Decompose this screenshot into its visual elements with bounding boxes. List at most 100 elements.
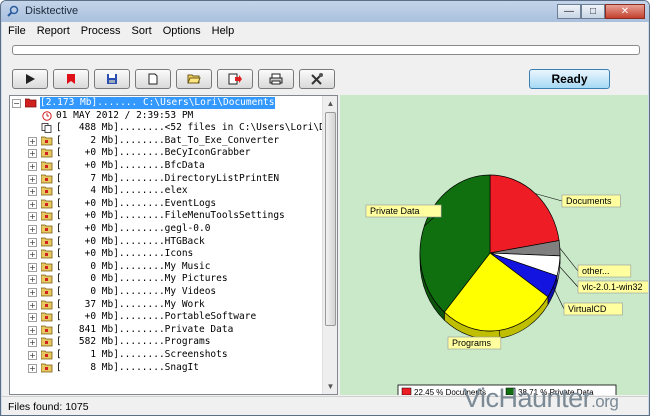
maximize-icon[interactable]: □ bbox=[581, 4, 605, 19]
scrollbar-thumb[interactable] bbox=[325, 112, 336, 326]
scroll-up-icon[interactable]: ▲ bbox=[323, 96, 337, 111]
tree-row[interactable]: + [ 2 Mb]........Bat_To_Exe_Converter bbox=[10, 135, 326, 147]
new-document-button[interactable] bbox=[135, 69, 171, 89]
folder-icon bbox=[40, 148, 53, 158]
tree-row-label: [ +0 Mb]........BeCyIconGrabber bbox=[56, 147, 251, 159]
folder-icon bbox=[40, 363, 53, 373]
folder-tree[interactable]: − [2.173 Mb]....... C:\Users\Lori\Documen… bbox=[9, 95, 338, 395]
tree-row[interactable]: + [ 8 Mb]........SnagIt bbox=[10, 362, 326, 374]
tree-row-label: [ 4 Mb]........elex bbox=[56, 185, 188, 197]
title-bar[interactable]: Disktective — □ ✕ bbox=[1, 1, 649, 22]
expand-icon[interactable]: + bbox=[28, 300, 37, 310]
menu-options[interactable]: Options bbox=[163, 25, 201, 37]
tree-row[interactable]: [ 488 Mb]........<52 files in C:\Users\L… bbox=[10, 122, 331, 134]
expand-icon[interactable]: + bbox=[28, 313, 37, 323]
folder-icon bbox=[40, 337, 53, 347]
tree-row[interactable]: 01 MAY 2012 / 2:39:53 PM bbox=[10, 110, 326, 122]
tree-row[interactable]: + [ 0 Mb]........My Videos bbox=[10, 286, 326, 298]
tree-row[interactable]: − [2.173 Mb]....... C:\Users\Lori\Documen… bbox=[10, 97, 326, 109]
tree-row[interactable]: + [ 1 Mb]........Screenshots bbox=[10, 349, 326, 361]
ready-button[interactable]: Ready bbox=[529, 69, 610, 89]
close-icon[interactable]: ✕ bbox=[605, 4, 645, 19]
expand-icon[interactable]: + bbox=[28, 237, 37, 247]
watermark-suffix: .org bbox=[591, 392, 619, 411]
tree-row[interactable]: + [ +0 Mb]........BeCyIconGrabber bbox=[10, 147, 326, 159]
folder-icon bbox=[40, 186, 53, 196]
expand-icon[interactable]: + bbox=[28, 250, 37, 260]
callout-label: other... bbox=[582, 266, 610, 276]
print-button[interactable] bbox=[258, 69, 294, 89]
folder-icon bbox=[40, 237, 53, 247]
export-button[interactable] bbox=[217, 69, 253, 89]
export-icon bbox=[228, 73, 242, 85]
expand-icon[interactable]: + bbox=[28, 262, 37, 272]
expand-icon[interactable]: + bbox=[28, 325, 37, 335]
tree-row-label: [ 0 Mb]........My Videos bbox=[56, 286, 217, 297]
tree-row-label: [ +0 Mb]........gegl-0.0 bbox=[56, 223, 211, 234]
tree-row-label: [ 2 Mb]........Bat_To_Exe_Converter bbox=[56, 134, 280, 146]
expand-icon[interactable]: + bbox=[28, 351, 37, 360]
scroll-down-icon[interactable]: ▼ bbox=[323, 379, 337, 394]
tree-row[interactable]: + [ 4 Mb]........elex bbox=[10, 185, 326, 197]
callout-label: Private Data bbox=[370, 206, 420, 216]
tree-row-label: [ 0 Mb]........My Music bbox=[56, 260, 211, 272]
callout-line bbox=[558, 265, 579, 288]
expand-icon[interactable]: + bbox=[28, 338, 37, 348]
tree-scrollbar[interactable]: ▲ ▼ bbox=[322, 96, 337, 394]
save-icon bbox=[107, 74, 117, 84]
expand-icon[interactable]: + bbox=[28, 288, 37, 297]
expand-icon[interactable]: + bbox=[28, 149, 37, 159]
expand-icon[interactable]: + bbox=[28, 187, 37, 197]
tree-row[interactable]: + [ +0 Mb]........gegl-0.0 bbox=[10, 223, 326, 235]
menu-help[interactable]: Help bbox=[212, 25, 235, 37]
tree-row-label: [ +0 Mb]........PortableSoftware bbox=[56, 311, 257, 323]
tree-row-label: [ 0 Mb]........My Pictures bbox=[56, 273, 228, 285]
folder-icon bbox=[40, 312, 53, 322]
window-title: Disktective bbox=[25, 5, 79, 17]
collapse-icon[interactable]: − bbox=[12, 99, 21, 108]
tree-row[interactable]: + [ 0 Mb]........My Music bbox=[10, 261, 326, 273]
menu-sort[interactable]: Sort bbox=[132, 25, 152, 37]
minimize-icon[interactable]: — bbox=[557, 4, 581, 19]
tree-row[interactable]: + [ +0 Mb]........BfcData bbox=[10, 160, 326, 172]
tree-row[interactable]: + [ +0 Mb]........FileMenuToolsSettings bbox=[10, 210, 326, 222]
expand-icon[interactable]: + bbox=[28, 136, 37, 146]
callout-label: Documents bbox=[566, 196, 612, 206]
menu-bar: File Report Process Sort Options Help bbox=[2, 22, 648, 39]
menu-file[interactable]: File bbox=[8, 25, 26, 37]
stop-button[interactable] bbox=[53, 69, 89, 89]
tree-row[interactable]: + [ 37 Mb]........My Work bbox=[10, 299, 326, 311]
expand-icon[interactable]: + bbox=[28, 275, 37, 285]
tree-row[interactable]: + [ 582 Mb]........Programs bbox=[10, 336, 326, 348]
app-window: Disktective — □ ✕ File Report Process So… bbox=[0, 0, 650, 416]
pie-chart: Documents other... vlc-2.0.1-win32 VirtualC… bbox=[365, 174, 649, 415]
tree-row[interactable]: + [ 841 Mb]........Private Data bbox=[10, 324, 326, 336]
pie-slice-documents[interactable] bbox=[489, 174, 560, 254]
save-button[interactable] bbox=[94, 69, 130, 89]
expand-icon[interactable]: + bbox=[28, 225, 37, 234]
tree-row-label: 01 MAY 2012 / 2:39:53 PM bbox=[56, 109, 194, 121]
tree-row[interactable]: + [ +0 Mb]........EventLogs bbox=[10, 198, 326, 210]
menu-process[interactable]: Process bbox=[81, 25, 121, 37]
folder-icon bbox=[40, 300, 53, 310]
tree-row[interactable]: + [ 0 Mb]........My Pictures bbox=[10, 273, 326, 285]
tree-row[interactable]: + [ +0 Mb]........HTGBack bbox=[10, 236, 326, 248]
pie-chart-pane: Documents other... vlc-2.0.1-win32 VirtualC… bbox=[340, 95, 649, 415]
expand-icon[interactable]: + bbox=[28, 212, 37, 222]
expand-icon[interactable]: + bbox=[28, 162, 37, 171]
expand-icon[interactable]: + bbox=[28, 199, 37, 209]
folder-icon bbox=[40, 274, 53, 284]
open-folder-button[interactable] bbox=[176, 69, 212, 89]
expand-icon[interactable]: + bbox=[28, 174, 37, 184]
tree-row[interactable]: + [ +0 Mb]........PortableSoftware bbox=[10, 311, 326, 323]
menu-report[interactable]: Report bbox=[37, 25, 70, 37]
expand-icon[interactable]: + bbox=[28, 363, 37, 373]
folder-icon bbox=[40, 262, 53, 272]
tree-row-label: [ +0 Mb]........HTGBack bbox=[56, 235, 205, 247]
tree-row-label: [ +0 Mb]........EventLogs bbox=[56, 197, 217, 209]
play-button[interactable] bbox=[12, 69, 48, 89]
tree-row[interactable]: + [ 7 Mb]........DirectoryListPrintEN bbox=[10, 173, 326, 185]
folder-icon bbox=[40, 211, 53, 221]
tools-button[interactable] bbox=[299, 69, 335, 89]
tree-row[interactable]: + [ +0 Mb]........Icons bbox=[10, 248, 326, 260]
